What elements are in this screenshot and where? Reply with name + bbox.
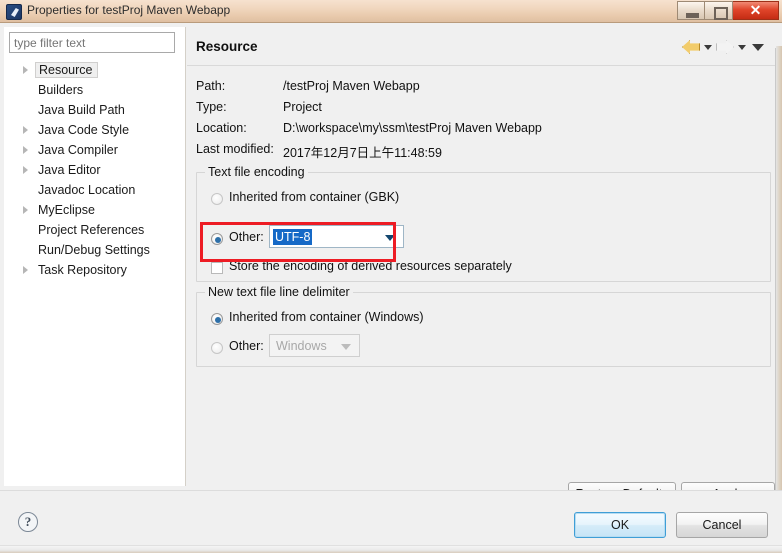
maximize-button[interactable] <box>705 1 733 20</box>
info-label: Location: <box>196 121 247 135</box>
view-menu-chevron-down-icon[interactable] <box>752 43 764 51</box>
info-value: D:\workspace\my\ssm\testProj Maven Webap… <box>283 121 542 135</box>
back-arrow-icon[interactable] <box>681 38 701 56</box>
sidebar-item-label: Builders <box>38 83 84 97</box>
sidebar-item-label: Project References <box>38 223 145 237</box>
help-icon[interactable]: ? <box>18 512 38 532</box>
sidebar-item-javadoc-location[interactable]: Javadoc Location <box>4 180 135 200</box>
sidebar-item-builders[interactable]: Builders <box>4 80 83 100</box>
radio-label: Other: <box>229 230 264 244</box>
delimiter-combo-value: Windows <box>276 339 327 353</box>
window-title: Properties for testProj Maven Webapp <box>27 3 231 17</box>
myeclipse-icon <box>6 4 22 20</box>
sidebar-item-java-code-style[interactable]: Java Code Style <box>4 120 129 140</box>
sidebar-item-label: Java Editor <box>38 163 101 177</box>
sidebar-item-resource[interactable]: Resource <box>4 60 98 80</box>
window-right-edge <box>776 46 782 513</box>
settings-tree-pane: Resource Builders Java Build Path Java C… <box>4 27 186 486</box>
page-title: Resource <box>196 39 258 54</box>
info-label: Path: <box>196 79 226 93</box>
expand-arrow-icon[interactable] <box>23 146 28 154</box>
radio-indicator <box>211 193 223 205</box>
sidebar-item-project-references[interactable]: Project References <box>4 220 144 240</box>
group-legend: New text file line delimiter <box>205 285 353 299</box>
back-history-chevron-down-icon[interactable] <box>704 44 712 50</box>
sidebar-item-myeclipse[interactable]: MyEclipse <box>4 200 95 220</box>
expand-arrow-icon[interactable] <box>23 206 28 214</box>
sidebar-item-label: Resource <box>35 62 98 78</box>
radio-indicator <box>211 233 223 245</box>
encoding-combo[interactable]: UTF-8 <box>269 225 404 248</box>
forward-arrow-icon[interactable] <box>715 38 735 56</box>
title-bar: Properties for testProj Maven Webapp ✕ <box>0 0 782 23</box>
sidebar-item-label: Java Build Path <box>38 103 125 117</box>
expand-arrow-icon[interactable] <box>23 266 28 274</box>
info-label: Type: <box>196 100 227 114</box>
expand-arrow-icon[interactable] <box>23 66 28 74</box>
delimiter-combo[interactable]: Windows <box>269 334 360 357</box>
expand-arrow-icon[interactable] <box>23 126 28 134</box>
page-nav-toolbar <box>681 38 764 56</box>
radio-indicator <box>211 342 223 354</box>
radio-label: Inherited from container (Windows) <box>229 310 424 324</box>
checkbox-label: Store the encoding of derived resources … <box>229 259 512 273</box>
cancel-button[interactable]: Cancel <box>676 512 768 538</box>
combo-chevron-down-icon[interactable] <box>341 344 351 350</box>
header-divider <box>187 65 778 66</box>
close-button[interactable]: ✕ <box>733 1 779 20</box>
text-file-encoding-group: Text file encoding Inherited from contai… <box>196 165 771 282</box>
encoding-combo-value: UTF-8 <box>273 229 313 245</box>
info-value: /testProj Maven Webapp <box>283 79 420 93</box>
info-value: 2017年12月7日上午11:48:59 <box>283 146 442 160</box>
window-bottom-edge <box>0 545 782 553</box>
info-value: Project <box>283 100 322 114</box>
close-icon: ✕ <box>749 2 762 18</box>
resource-settings-pane: Resource Path: /testProj Maven Webapp Ty <box>187 27 778 507</box>
sidebar-item-java-build-path[interactable]: Java Build Path <box>4 100 125 120</box>
filter-input[interactable] <box>9 32 175 53</box>
sidebar-item-label: Task Repository <box>38 263 127 277</box>
sidebar-item-label: Javadoc Location <box>38 183 136 197</box>
line-delimiter-group: New text file line delimiter Inherited f… <box>196 285 771 367</box>
sidebar-item-task-repository[interactable]: Task Repository <box>4 260 127 280</box>
minimize-button[interactable] <box>677 1 705 20</box>
group-legend: Text file encoding <box>205 165 308 179</box>
sidebar-item-label: Java Code Style <box>38 123 130 137</box>
sidebar-item-run-debug-settings[interactable]: Run/Debug Settings <box>4 240 150 260</box>
info-label: Last modified: <box>196 142 274 156</box>
expand-arrow-icon[interactable] <box>23 166 28 174</box>
sidebar-item-label: Java Compiler <box>38 143 118 157</box>
sidebar-item-java-compiler[interactable]: Java Compiler <box>4 140 118 160</box>
checkbox-indicator <box>211 262 223 274</box>
sidebar-item-label: MyEclipse <box>38 203 95 217</box>
radio-label: Inherited from container (GBK) <box>229 190 400 204</box>
dialog-body: Resource Builders Java Build Path Java C… <box>0 23 782 513</box>
combo-chevron-down-icon[interactable] <box>385 235 395 241</box>
radio-label: Other: <box>229 339 264 353</box>
sidebar-item-label: Run/Debug Settings <box>38 243 150 257</box>
ok-button[interactable]: OK <box>574 512 666 538</box>
settings-tree: Resource Builders Java Build Path Java C… <box>4 60 186 280</box>
sidebar-item-java-editor[interactable]: Java Editor <box>4 160 101 180</box>
forward-history-chevron-down-icon[interactable] <box>738 44 746 50</box>
dialog-footer: ? OK Cancel <box>0 490 782 553</box>
properties-dialog: Properties for testProj Maven Webapp ✕ R… <box>0 0 782 553</box>
window-controls: ✕ <box>677 1 779 20</box>
radio-indicator <box>211 313 223 325</box>
